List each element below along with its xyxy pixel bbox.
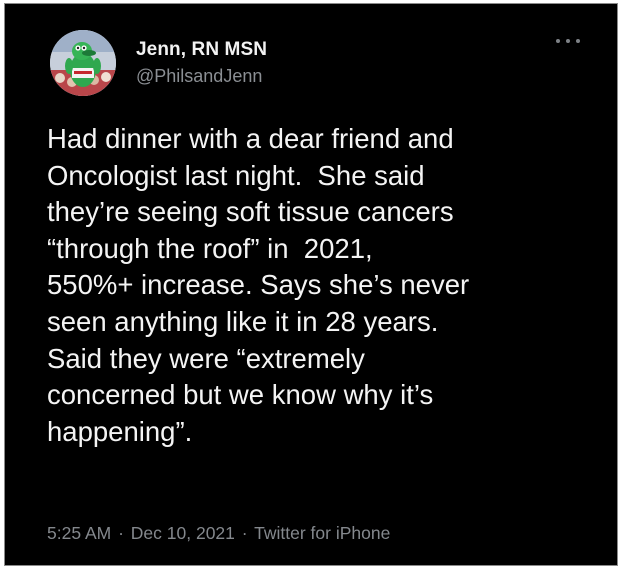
mascot-avatar-icon — [50, 30, 116, 96]
tweet-line: concerned but we know why it’s — [47, 379, 434, 411]
more-dot — [556, 39, 560, 43]
tweet-source[interactable]: Twitter for iPhone — [254, 523, 390, 543]
display-name[interactable]: Jenn, RN MSN — [136, 39, 267, 61]
tweet-line: Oncologist last night. She said — [47, 159, 425, 191]
tweet-time[interactable]: 5:25 AM — [47, 523, 111, 543]
more-options-icon[interactable] — [556, 33, 580, 49]
tweet-line: Said they were “extremely — [47, 342, 365, 374]
meta-separator: · — [118, 523, 124, 543]
tweet-text: Had dinner with a dear friend and Oncolo… — [47, 121, 602, 450]
tweet-line: seen anything like it in 28 years. — [47, 305, 439, 337]
user-handle[interactable]: @PhilsandJenn — [136, 66, 262, 87]
tweet-card: Jenn, RN MSN @PhilsandJenn Had dinner wi… — [4, 3, 618, 566]
tweet-line: 550%+ increase. Says she’s never — [47, 269, 470, 301]
meta-separator: · — [241, 523, 248, 543]
more-dot — [566, 39, 570, 43]
tweet-meta: 5:25 AM · Dec 10, 2021 · Twitter for iPh… — [47, 523, 390, 544]
tweet-line: “through the roof” in 2021, — [47, 232, 373, 264]
tweet-line: they’re seeing soft tissue cancers — [47, 196, 454, 228]
more-dot — [576, 39, 580, 43]
tweet-date[interactable]: Dec 10, 2021 — [131, 523, 235, 543]
tweet-line: Had dinner with a dear friend and — [47, 123, 454, 154]
avatar[interactable] — [50, 30, 116, 96]
tweet-line: happening”. — [47, 415, 193, 447]
